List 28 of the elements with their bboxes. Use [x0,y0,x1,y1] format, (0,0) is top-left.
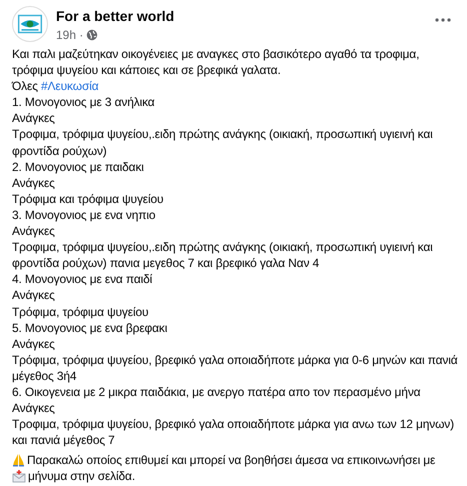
post-text: Ανάγκες [12,287,56,304]
post-text: Ανάγκες [12,336,56,352]
envelope-icon [12,469,26,484]
post-text: Ανάγκες [12,174,56,191]
post-text: Παρακαλώ οποίος επιθυμεί και μπορεί να βοηθήσει άμεσα να επικοινωνήσει με [27,453,436,468]
post-text: Τρόφιμα, τρόφιμα ψυγείου [12,304,150,320]
post-text: 2. Μονογονιος με παιδακι [12,158,145,175]
post-text: 1. Μονογονιος με 3 ανήλικα [12,94,156,110]
post-text: Όλες [12,79,38,94]
post-text: 5. Μονογονιος με ενα βρεφακι [12,320,168,336]
post-text: 3. Μονογονιος με ενα νηπιο [12,206,156,224]
post-text: Ανάγκες [12,400,56,416]
post-text: Ανάγκες [12,110,56,126]
post-text: Τροφιμα, τρόφιμα ψυγείου,.ειδη πρώτης ανάγκης (οικιακή, προσωπική υγιεινή και φροντίδα ρούχων) [12,126,434,159]
post-time[interactable]: 19h · [56,28,84,42]
post-text: Τροφιμα, τρόφιμα ψυγείου, βρεφικό γαλα οποιαδήποτε μάρκα για ανω των 12 μηνων) και πανιά μέγεθος 7 [12,416,455,448]
post-text: Ανάγκες [12,223,56,240]
post-text: μήνυμα στην σελίδα. [28,469,136,484]
post-text: Τρόφιμα, τρόφιμα ψυγείου, βρεφικό γαλα οποιαδήποτε μάρκα για 0-6 μηνών και πανιά μέγεθος 3ή4 [12,352,459,384]
page-name[interactable]: For a better world [56,8,423,24]
post-text: Τρόφιμα και τρόφιμα ψυγείου [12,190,164,207]
hashtag-link[interactable]: #Λευκωσία [41,79,98,94]
globe-icon [86,29,98,41]
post-text: 6. Οικογενεια με 2 μικρα παιδάκια, με ανεργο πατέρα απο τον περασμένο μήνα [12,384,422,400]
post-text: 4. Μονογονιος με ενα παιδί [12,271,154,288]
post-text: Και παλι μαζεύτηκαν οικογένειες με αναγκες στο βασικότερο αγαθό τα τροφιμα, τρόφιμα ψυγείου και κάποιες και σε βρεφικά γαλατα. [12,46,420,78]
page-avatar[interactable] [12,6,48,42]
post-text: Τροφιμα, τρόφιμα ψυγείου,.ειδη πρώτης ανάγκης (οικιακή, προσωπική υγιεινή και φροντίδα ρούχων) πανια μεγεθος 7 και βρεφικό γαλα Ναν 4 [12,239,434,272]
